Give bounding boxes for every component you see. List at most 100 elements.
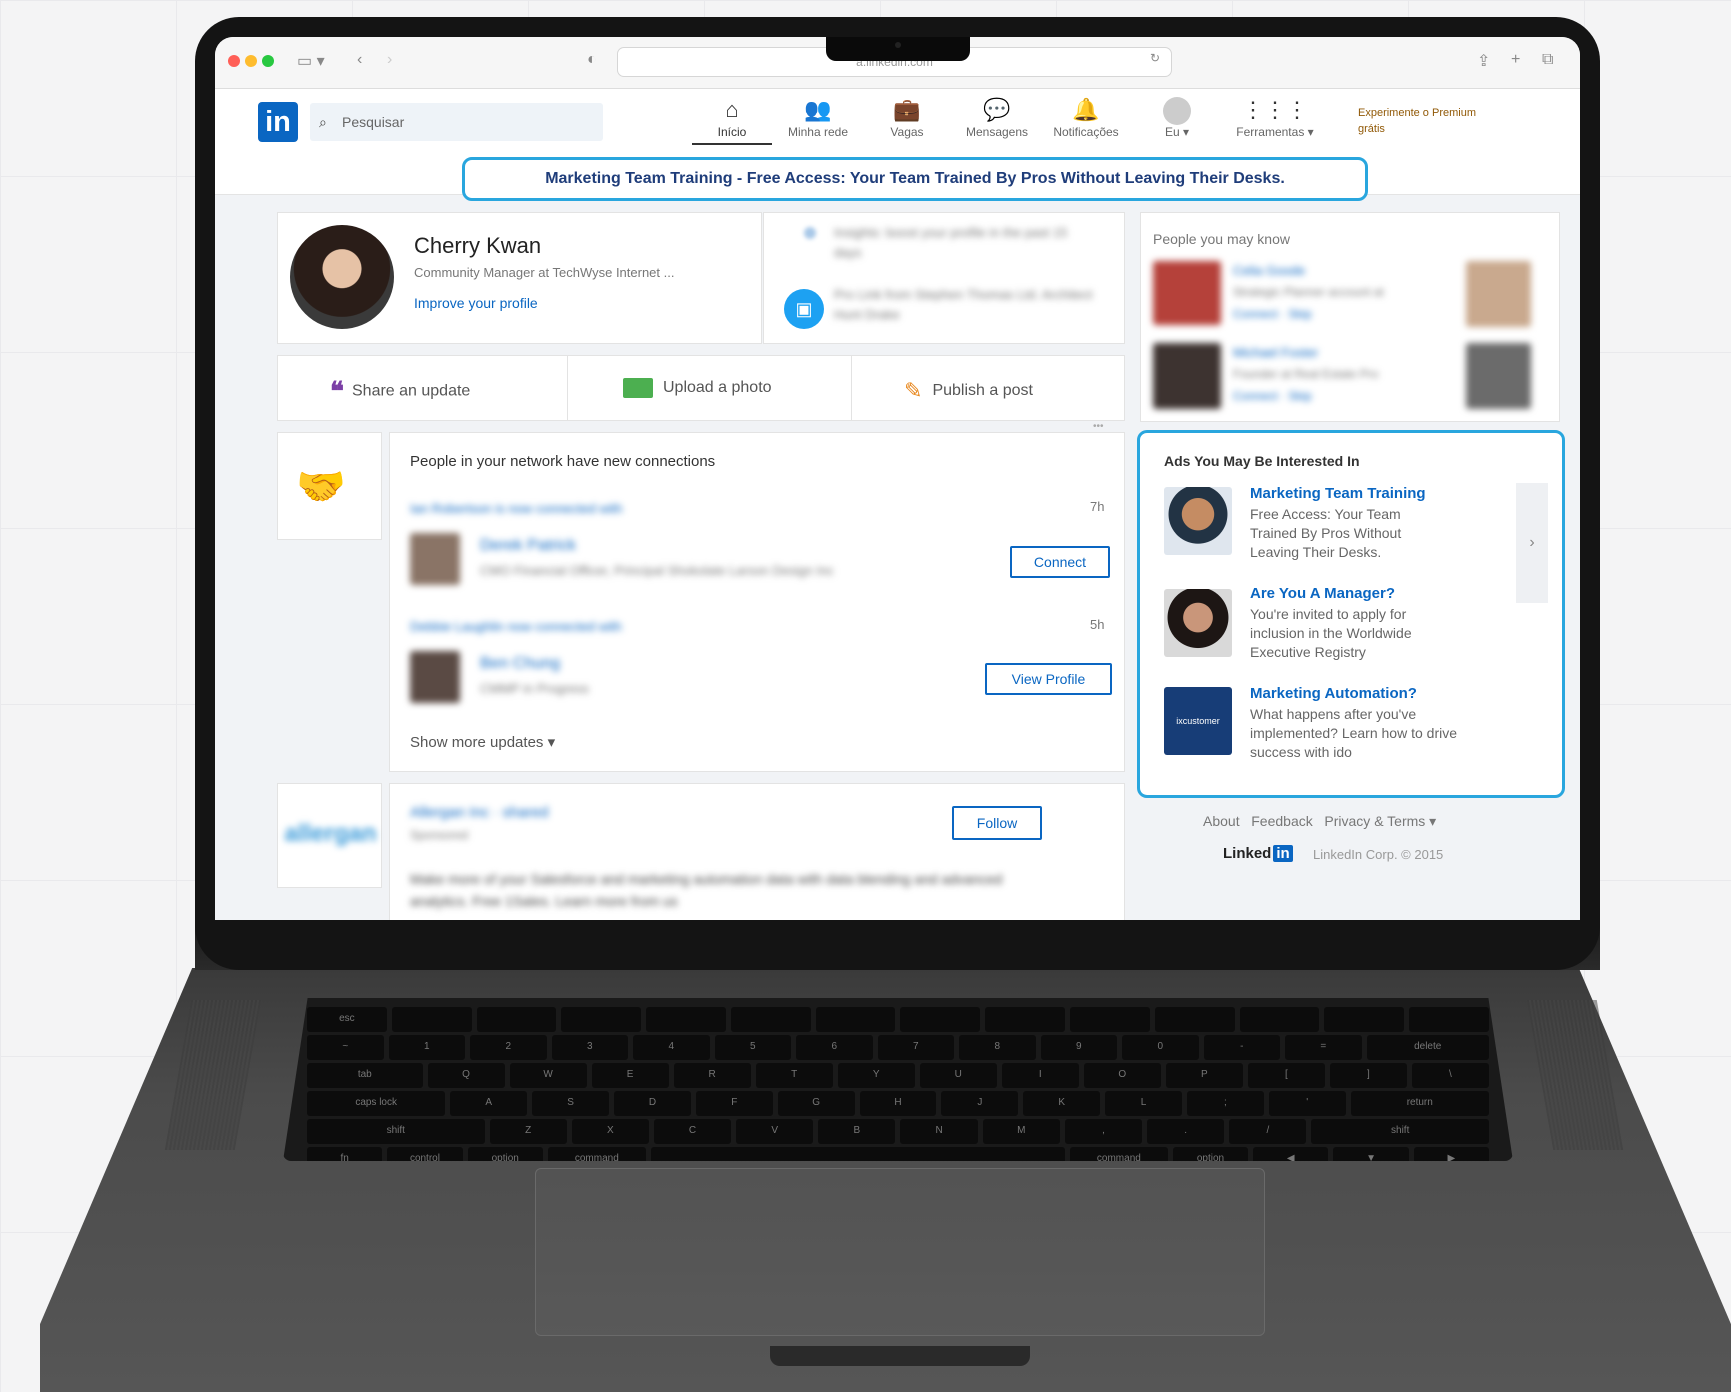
minimize-window-icon[interactable] (245, 55, 257, 67)
share-box: ❝ Share an update Upload a photo ✎ Publish… (277, 355, 1125, 421)
pymk-avatar[interactable] (1153, 343, 1221, 409)
nav-jobs[interactable]: 💼 Vagas (867, 97, 947, 139)
ad-image[interactable] (1164, 589, 1232, 657)
connection-avatar[interactable] (410, 533, 460, 585)
briefcase-icon: 💼 (893, 97, 921, 122)
upload-photo-button[interactable]: Upload a photo (568, 356, 852, 420)
pymk-name[interactable]: Celia Goode (1233, 263, 1305, 278)
sponsor-logo[interactable]: allergan (278, 820, 383, 848)
pymk-headline: Founder at Real Estate Pro (1233, 367, 1379, 381)
connect-button[interactable]: Connect (1010, 546, 1110, 578)
profile-headline: Community Manager at TechWyse Internet .… (414, 265, 675, 280)
ad-title[interactable]: Marketing Automation? (1250, 685, 1417, 702)
ad-description: What happens after you've implemented? L… (1250, 706, 1458, 760)
grid-icon: ⋮⋮⋮ (1242, 97, 1308, 122)
pymk-avatar[interactable] (1153, 261, 1221, 325)
camera-notch (826, 37, 970, 61)
ad-description: Free Access: Your Team Trained By Pros W… (1250, 506, 1402, 560)
connection-name[interactable]: Derek Patrick (480, 537, 576, 555)
ads-panel: Ads You May Be Interested In › Marketing… (1137, 430, 1565, 798)
sponsor-company[interactable]: Allergan Inc · shared (410, 804, 548, 821)
reload-icon[interactable]: ↻ (1150, 51, 1160, 65)
nav-network[interactable]: 👥 Minha rede (778, 97, 858, 139)
sidebar-toggle-icon[interactable]: ▭ ▾ (297, 51, 325, 71)
publish-post-button[interactable]: ✎ Publish a post (852, 356, 1124, 420)
feed-item-time: 7h (1090, 499, 1105, 514)
profile-name[interactable]: Cherry Kwan (414, 233, 541, 259)
footer-links[interactable]: About Feedback Privacy & Terms ▾ (1203, 813, 1436, 830)
maximize-window-icon[interactable] (262, 55, 274, 67)
footer-copyright: LinkedIn Corp. © 2015 (1313, 847, 1444, 862)
pro-link-icon: ▣ (784, 289, 824, 329)
sponsored-post-card: Allergan Inc · shared Sponsored Follow M… (389, 783, 1125, 920)
pymk-headline: Strategic Planner account at (1233, 285, 1384, 299)
nav-home[interactable]: ⌂ Início (692, 97, 772, 145)
profile-avatar[interactable] (290, 225, 394, 329)
pymk-avatar[interactable] (1466, 261, 1531, 327)
pymk-avatar[interactable] (1466, 343, 1531, 409)
nav-me[interactable]: Eu ▾ (1137, 97, 1217, 139)
promo-banner[interactable]: Marketing Team Training - Free Access: Y… (462, 157, 1368, 201)
ads-next-icon[interactable]: › (1516, 483, 1548, 603)
linkedin-logo[interactable]: in (258, 102, 298, 142)
connections-icon-card: 🤝 (277, 432, 382, 540)
profile-insights-card: Insights: boost your profile in the past… (763, 212, 1125, 344)
feed-item-time: 5h (1090, 617, 1105, 632)
premium-link[interactable]: Experimente o Premium grátis (1358, 105, 1478, 137)
follow-button[interactable]: Follow (952, 806, 1042, 840)
pymk-actions[interactable]: Connect · Skip (1233, 307, 1312, 321)
search-icon: ⌕ (319, 114, 327, 130)
people-you-may-know-card: People you may know Celia Goode Strategi… (1140, 212, 1560, 422)
new-tab-icon[interactable]: + (1511, 51, 1520, 69)
pymk-name[interactable]: Michael Foster (1233, 345, 1318, 360)
show-more-updates[interactable]: Show more updates ▾ (410, 733, 555, 751)
insight-text: Insights: boost your profile in the past… (834, 225, 1068, 260)
network-icon: 👥 (804, 97, 832, 122)
pro-link-text: Pro Link from Stephen Thomas Ltd. Archit… (834, 287, 1093, 322)
close-window-icon[interactable] (228, 55, 240, 67)
footer-linkedin-logo: Linked in (1223, 845, 1293, 862)
back-icon[interactable]: ‹ (357, 51, 362, 69)
pymk-title: People you may know (1153, 231, 1290, 247)
handshake-icon: 🤝 (296, 465, 346, 509)
nav-tools[interactable]: ⋮⋮⋮ Ferramentas ▾ (1225, 97, 1325, 139)
search-input[interactable]: ⌕ Pesquisar (310, 103, 603, 141)
trackpad (535, 1168, 1265, 1336)
more-options-icon[interactable]: ••• (1093, 421, 1104, 432)
quote-icon: ❝ (330, 376, 344, 406)
privacy-shield-icon[interactable]: ◐ (587, 51, 597, 69)
ad-description: You're invited to apply for inclusion in… (1250, 606, 1412, 660)
keyboard: esc ~1 2 3 4 5 6 7 8 9 0- = delete tab Q W E R T Y U I O P[] \… (283, 998, 1513, 1161)
lid-groove (770, 1346, 1030, 1366)
message-icon: 💬 (983, 97, 1011, 122)
bell-icon: 🔔 (1072, 97, 1100, 122)
connection-name[interactable]: Ben Chung (480, 655, 560, 673)
sponsor-logo-card: allergan (277, 783, 382, 888)
improve-profile-link[interactable]: Improve your profile (414, 295, 538, 311)
search-placeholder: Pesquisar (342, 114, 405, 130)
camera-icon (895, 42, 901, 48)
ad-image[interactable] (1164, 487, 1232, 555)
pencil-icon: ✎ (904, 378, 923, 403)
feed-item-who: Debbie Laughlin now connected with (410, 619, 622, 634)
connection-headline: CMMP in Progress (480, 681, 589, 696)
tabs-overview-icon[interactable]: ⧉ (1542, 51, 1553, 69)
share-icon[interactable]: ⇪ (1477, 51, 1490, 71)
forward-icon[interactable]: › (387, 51, 392, 69)
ad-image[interactable]: ixcustomer (1164, 687, 1232, 755)
view-profile-button[interactable]: View Profile (985, 663, 1112, 695)
connections-feed-card: People in your network have new connecti… (389, 432, 1125, 772)
ad-title[interactable]: Are You A Manager? (1250, 585, 1395, 602)
share-update-button[interactable]: ❝ Share an update (278, 356, 568, 420)
connection-avatar[interactable] (410, 651, 460, 703)
connection-headline: CMO Financial Officer, Principal Shokola… (480, 563, 834, 578)
photo-icon (623, 378, 653, 398)
screen: ▭ ▾ ‹ › ◐ a.linkedin.com ↻ ⇪ + ⧉ in ⌕ Pe… (215, 37, 1580, 920)
sponsored-tag: Sponsored (410, 828, 469, 842)
nav-notifications[interactable]: 🔔 Notificações (1046, 97, 1126, 139)
ad-title[interactable]: Marketing Team Training (1250, 485, 1426, 502)
feed-item-who: Ian Robertson is now connected with (410, 501, 623, 516)
sponsored-text: Make more of your Salesforce and marketi… (410, 871, 1003, 909)
nav-messaging[interactable]: 💬 Mensagens (957, 97, 1037, 139)
pymk-actions[interactable]: Connect · Skip (1233, 389, 1312, 403)
